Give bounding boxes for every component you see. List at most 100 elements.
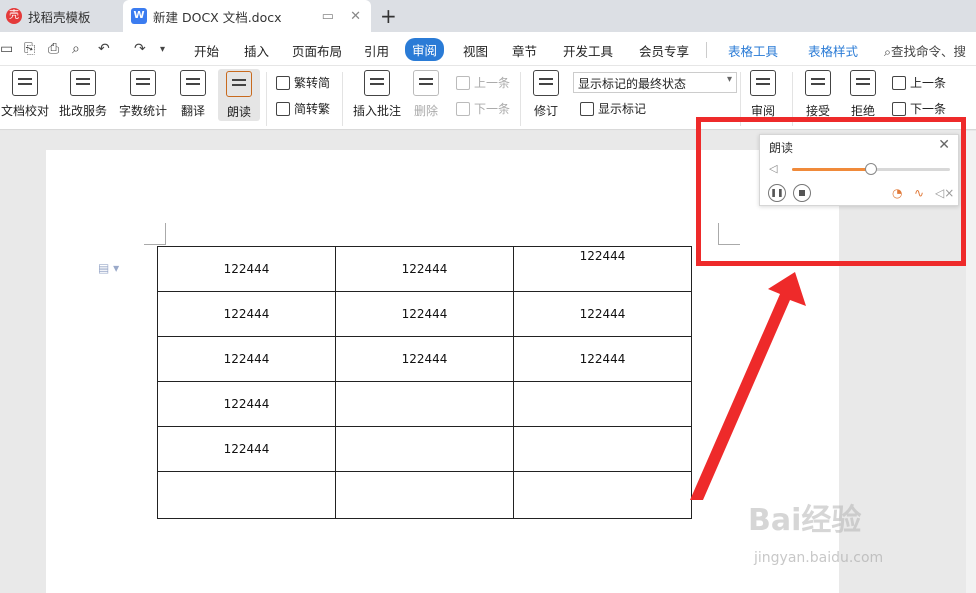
search-icon: ⌕ <box>884 44 892 59</box>
delete-comment-button[interactable]: 删除 <box>408 70 444 119</box>
table-row: 122444 <box>157 381 692 427</box>
table-cell[interactable] <box>513 426 692 472</box>
vertical-scrollbar[interactable] <box>966 131 976 593</box>
table-cell[interactable]: 122444 <box>335 291 514 337</box>
insert-comment-icon <box>364 70 390 96</box>
ribbon-divider <box>520 72 521 126</box>
tab-document[interactable]: W 新建 DOCX 文档.docx ▭ ✕ <box>123 0 371 32</box>
undo-icon[interactable]: ↶ <box>98 41 110 57</box>
pin-icon[interactable]: ▭ <box>322 9 334 24</box>
trad-to-simp-icon <box>276 75 290 90</box>
menu-section[interactable]: 章节 <box>512 41 537 60</box>
margin-corner-marker <box>144 223 166 245</box>
trad-to-simp-label: 繁转简 <box>294 76 331 90</box>
table-cell[interactable]: 122444 <box>513 246 692 292</box>
table-row: 122444 <box>157 426 692 472</box>
accept-button[interactable]: 接受 <box>800 70 836 119</box>
ribbon-divider <box>266 72 267 126</box>
table-cell[interactable] <box>157 471 336 519</box>
prev-change-button[interactable]: 上一条 <box>892 74 946 91</box>
redo-icon[interactable]: ↷ <box>134 41 146 57</box>
table-cell[interactable]: 122444 <box>157 426 336 472</box>
menu-view[interactable]: 视图 <box>463 41 488 60</box>
search-command-label: 查找命令、搜 <box>891 44 967 59</box>
menu-review[interactable]: 审阅 <box>405 38 445 61</box>
accept-icon <box>805 70 831 96</box>
watermark-logo: Bai经验 <box>748 503 862 538</box>
proofread-label: 文档校对 <box>0 104 49 118</box>
wps-writer-icon: W <box>131 8 147 24</box>
prev-comment-label: 上一条 <box>474 76 511 90</box>
prev-comment-button[interactable]: 上一条 <box>456 74 510 91</box>
review-service-button[interactable]: 批改服务 <box>57 70 109 119</box>
save-icon[interactable]: ▭ <box>0 41 13 57</box>
translate-icon <box>180 70 206 96</box>
read-aloud-button[interactable]: 朗读 <box>218 69 260 121</box>
menu-table-style[interactable]: 表格样式 <box>808 41 858 60</box>
table-cell[interactable] <box>335 381 514 427</box>
show-markup-label: 显示标记 <box>598 102 647 116</box>
menu-references[interactable]: 引用 <box>364 41 389 60</box>
table-cell[interactable]: 122444 <box>157 381 336 427</box>
table-cell[interactable]: 122444 <box>157 291 336 337</box>
track-changes-icon <box>533 70 559 96</box>
table-cell[interactable]: 122444 <box>157 246 336 292</box>
trad-to-simp-button[interactable]: 繁转简 <box>276 74 330 91</box>
close-tab-icon[interactable]: ✕ <box>350 9 361 24</box>
search-command[interactable]: ⌕查找命令、搜 <box>884 41 966 60</box>
menu-home[interactable]: 开始 <box>194 41 219 60</box>
insert-comment-button[interactable]: 插入批注 <box>350 70 404 119</box>
translate-button[interactable]: 翻译 <box>175 70 211 119</box>
proofread-icon <box>12 70 38 96</box>
menu-table-tools[interactable]: 表格工具 <box>728 41 778 60</box>
display-mode-select[interactable]: 显示标记的最终状态 <box>573 72 737 93</box>
table-cell[interactable] <box>335 426 514 472</box>
word-count-label: 字数统计 <box>118 104 167 118</box>
next-change-button[interactable]: 下一条 <box>892 100 946 117</box>
print-icon[interactable]: ⎙ <box>48 41 59 57</box>
next-change-label: 下一条 <box>910 102 947 116</box>
document-table[interactable]: 122444 122444 122444 122444 122444 122444 1224… <box>157 246 692 519</box>
word-count-button[interactable]: 字数统计 <box>117 70 169 119</box>
new-tab-button[interactable]: + <box>380 4 397 28</box>
menu-member[interactable]: 会员专享 <box>639 41 689 60</box>
tab-template-label: 找稻壳模板 <box>28 9 91 25</box>
menu-insert[interactable]: 插入 <box>244 41 269 60</box>
menu-bar: ▭ ⎘ ⎙ ⌕ ↶ ↷ ▾ 开始 插入 页面布局 引用 审阅 视图 章节 开发工… <box>0 32 976 66</box>
table-cell[interactable] <box>513 381 692 427</box>
table-cell[interactable]: 122444 <box>335 246 514 292</box>
more-icon[interactable]: ▾ <box>160 44 165 55</box>
review-service-icon <box>70 70 96 96</box>
menu-divider <box>706 42 707 58</box>
reject-icon <box>850 70 876 96</box>
show-markup-button[interactable]: 显示标记 <box>580 100 646 117</box>
simp-to-trad-button[interactable]: 简转繁 <box>276 100 330 117</box>
proofread-button[interactable]: 文档校对 <box>0 70 50 119</box>
delete-comment-icon <box>413 70 439 96</box>
reject-button[interactable]: 拒绝 <box>845 70 881 119</box>
export-icon[interactable]: ⎘ <box>24 41 35 57</box>
table-row: 122444 122444 122444 <box>157 336 692 382</box>
table-cell[interactable]: 122444 <box>335 336 514 382</box>
menu-developer[interactable]: 开发工具 <box>563 41 613 60</box>
next-comment-button[interactable]: 下一条 <box>456 100 510 117</box>
table-cell[interactable]: 122444 <box>513 291 692 337</box>
table-cell[interactable] <box>513 471 692 519</box>
review-service-label: 批改服务 <box>58 104 107 118</box>
show-markup-icon <box>580 101 594 116</box>
title-bar: 壳 找稻壳模板 W 新建 DOCX 文档.docx ▭ ✕ + <box>0 0 976 32</box>
paragraph-handle-icon[interactable]: ▤ ▾ <box>98 261 119 275</box>
table-row: 122444 122444 122444 <box>157 246 692 292</box>
menu-page-layout[interactable]: 页面布局 <box>292 41 342 60</box>
preview-icon[interactable]: ⌕ <box>72 41 80 57</box>
prev-change-icon <box>892 75 906 90</box>
review-pane-button[interactable]: 审阅 <box>744 70 782 119</box>
read-aloud-label: 朗读 <box>226 105 251 119</box>
track-changes-button[interactable]: 修订 <box>528 70 564 119</box>
tab-template[interactable]: 壳 找稻壳模板 <box>0 0 120 32</box>
table-cell[interactable] <box>335 471 514 519</box>
delete-comment-label: 删除 <box>413 104 438 118</box>
prev-change-label: 上一条 <box>910 76 947 90</box>
table-cell[interactable]: 122444 <box>513 336 692 382</box>
table-cell[interactable]: 122444 <box>157 336 336 382</box>
